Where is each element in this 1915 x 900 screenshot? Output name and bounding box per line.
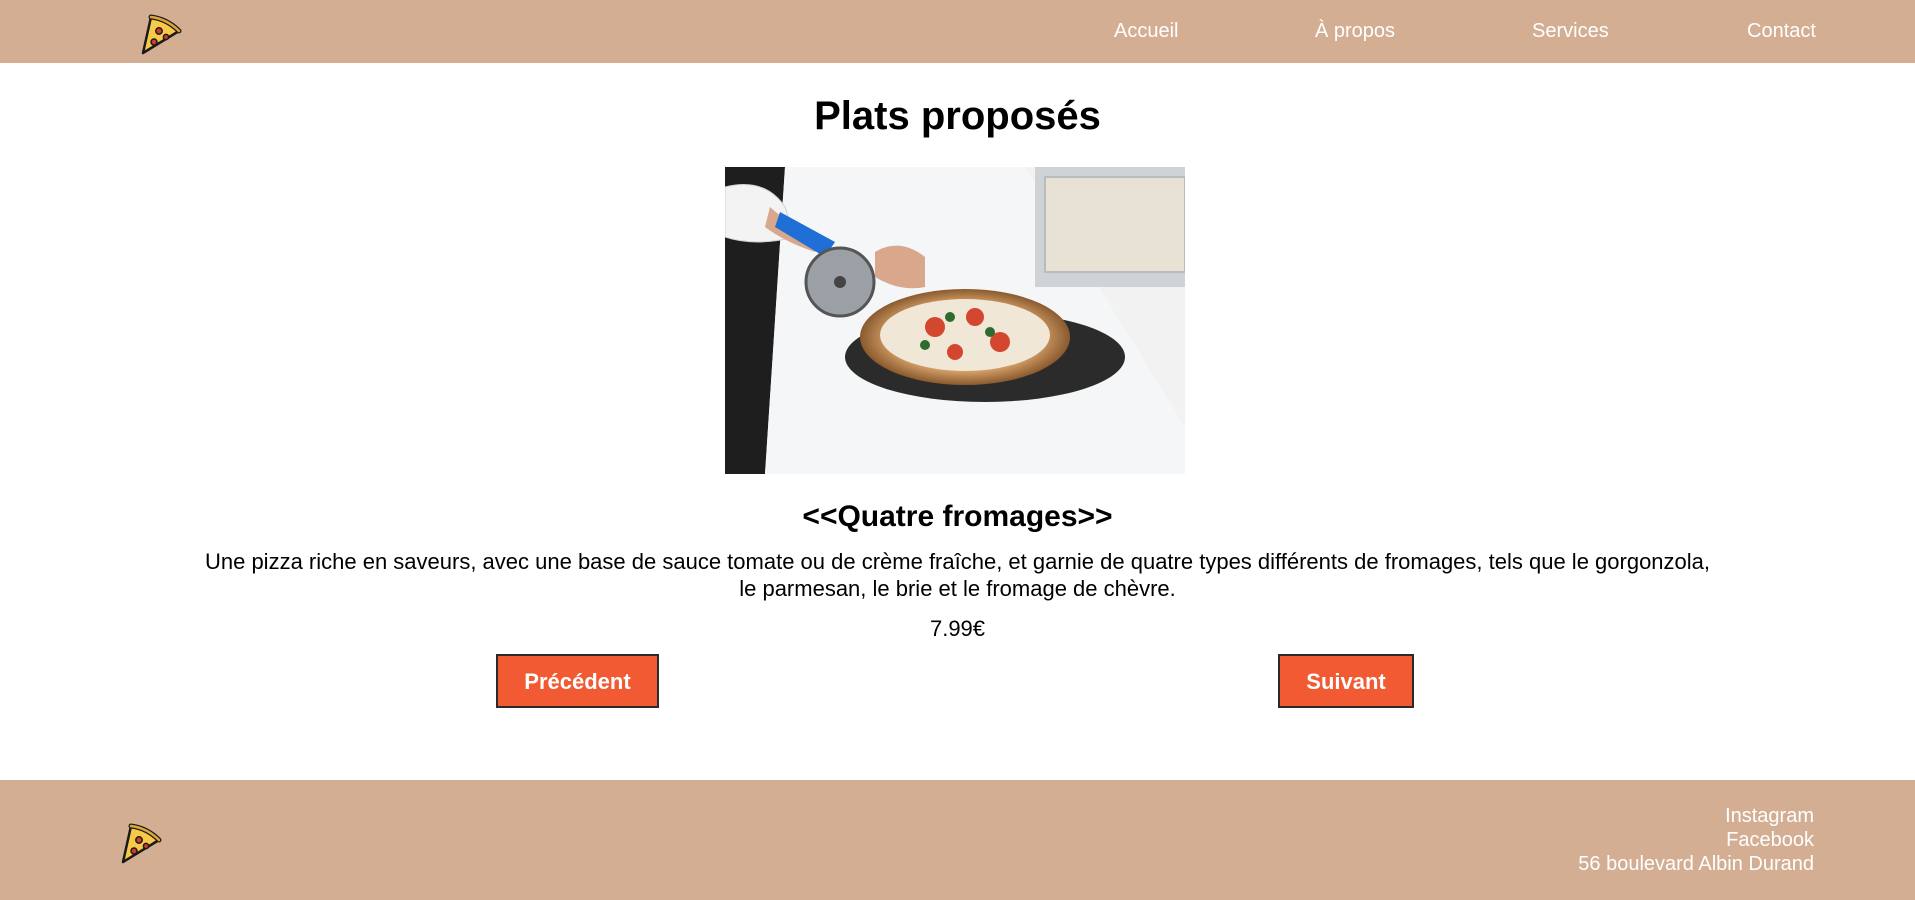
page-title: Plats proposés bbox=[814, 94, 1101, 138]
dish-photo bbox=[725, 167, 1185, 474]
footer-links: Instagram Facebook 56 boulevard Albin Du… bbox=[1578, 804, 1814, 876]
pizza-logo-icon[interactable] bbox=[137, 9, 185, 57]
footer-address: 56 boulevard Albin Durand bbox=[1578, 853, 1814, 875]
dish-name: <<Quatre fromages>> bbox=[802, 500, 1113, 533]
pizza-logo-icon[interactable] bbox=[117, 818, 165, 866]
previous-button[interactable]: Précédent bbox=[496, 654, 659, 708]
dish-description: Une pizza riche en saveurs, avec une bas… bbox=[204, 549, 1711, 601]
footer-link-instagram[interactable]: Instagram bbox=[1578, 804, 1814, 828]
site-footer: Instagram Facebook 56 boulevard Albin Du… bbox=[0, 780, 1915, 900]
nav-item-accueil[interactable]: Accueil bbox=[1114, 0, 1178, 63]
footer-link-facebook[interactable]: Facebook bbox=[1578, 828, 1814, 852]
nav-item-services[interactable]: Services bbox=[1532, 0, 1609, 63]
site-header: Accueil À propos Services Contact bbox=[0, 0, 1915, 63]
nav-item-contact[interactable]: Contact bbox=[1747, 0, 1816, 63]
next-button[interactable]: Suivant bbox=[1278, 654, 1414, 708]
nav-item-a-propos[interactable]: À propos bbox=[1315, 0, 1395, 63]
dish-price: 7.99€ bbox=[929, 616, 986, 641]
